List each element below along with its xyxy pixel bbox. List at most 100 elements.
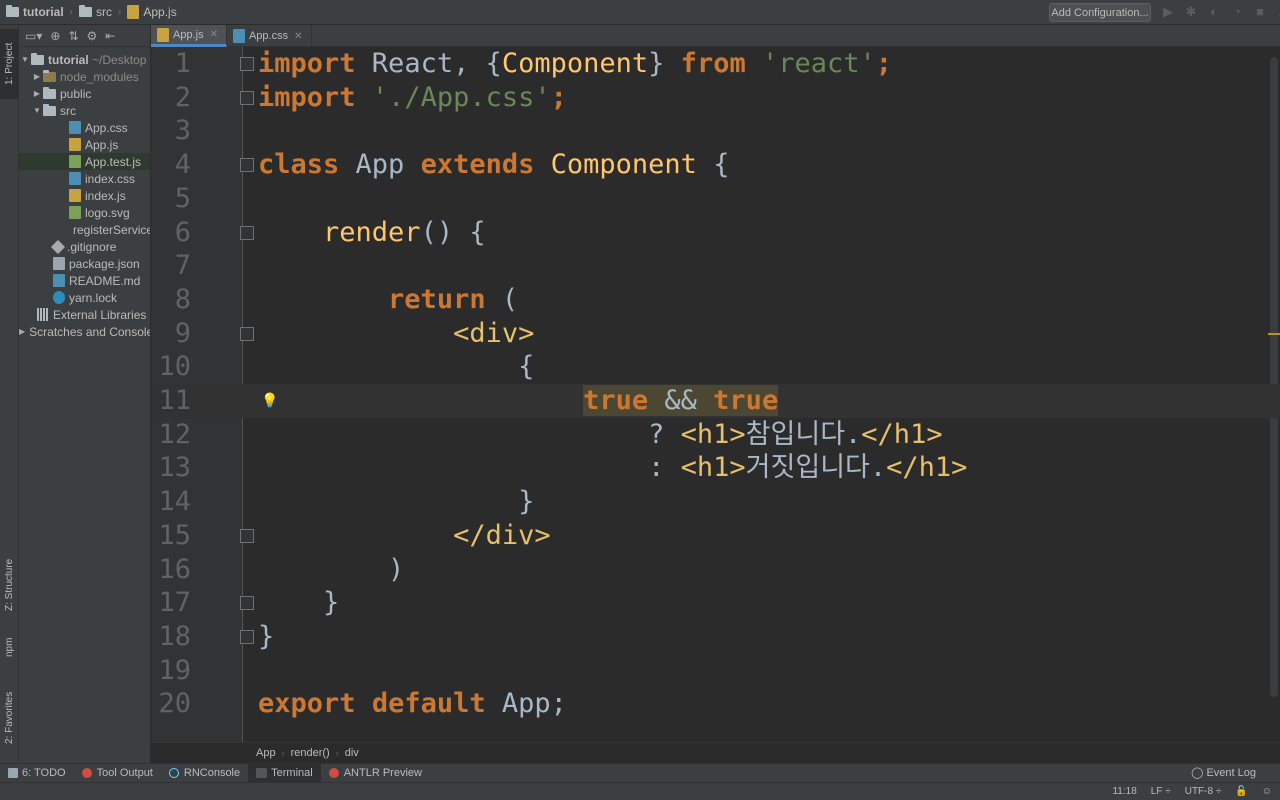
line-number: 14 — [158, 486, 191, 518]
terminal-tab[interactable]: Terminal — [248, 763, 321, 783]
folder-icon — [43, 103, 56, 116]
tree-file-app-test-js[interactable]: App.test.js — [19, 153, 150, 170]
fold-marker-icon[interactable] — [240, 91, 254, 105]
chevron-right-icon[interactable]: ▶ — [19, 327, 25, 336]
tree-node-modules[interactable]: ▶ node_modules — [19, 68, 150, 85]
tree-scratches[interactable]: ▶ Scratches and Consoles — [19, 323, 150, 340]
tree-file-index-js[interactable]: index.js — [19, 187, 150, 204]
tree-file-logo-svg[interactable]: logo.svg — [19, 204, 150, 221]
breadcrumb-folder[interactable]: src — [79, 5, 112, 19]
gear-icon[interactable]: ⚙ — [87, 29, 98, 43]
fold-marker-icon[interactable] — [240, 529, 254, 543]
tab-app-js[interactable]: App.js ✕ — [151, 25, 227, 47]
status-bar: 11:18 LF ÷ UTF-8 ÷ 🔓 ☺ — [0, 782, 1280, 800]
svg-file-icon — [69, 206, 81, 219]
tree-src[interactable]: ▼ src — [19, 102, 150, 119]
line-number: 13 — [158, 452, 191, 484]
collapse-icon[interactable]: ⇅ — [68, 29, 78, 43]
run-icon[interactable]: ▶ — [1160, 4, 1176, 20]
coverage-icon[interactable]: ◐ — [1206, 4, 1222, 20]
nav-app[interactable]: App — [256, 747, 276, 759]
fold-marker-icon[interactable] — [240, 596, 254, 610]
caret-position[interactable]: 11:18 — [1112, 786, 1136, 797]
tool-output-tab[interactable]: Tool Output — [74, 764, 161, 783]
tree-file-gitignore[interactable]: .gitignore — [19, 238, 150, 255]
fold-marker-icon[interactable] — [240, 630, 254, 644]
lightbulb-icon[interactable]: 💡 — [261, 392, 278, 409]
line-number: 19 — [158, 654, 191, 686]
event-log-tab[interactable]: ◯ Event Log — [1191, 766, 1256, 779]
code-line-current: 11 true && true — [151, 384, 1280, 418]
breadcrumb-project[interactable]: tutorial — [6, 5, 64, 19]
project-view-icon[interactable]: ▭▾ — [25, 29, 42, 43]
todo-icon — [8, 768, 18, 778]
tree-file-package-json[interactable]: package.json — [19, 255, 150, 272]
nav-render[interactable]: render() — [291, 747, 330, 759]
nav-div[interactable]: div — [345, 747, 359, 759]
tree-file-index-css[interactable]: index.css — [19, 170, 150, 187]
js-file-icon — [69, 138, 81, 151]
file-encoding[interactable]: UTF-8 ÷ — [1185, 786, 1222, 797]
line-number: 15 — [158, 519, 191, 551]
todo-tab[interactable]: 6: TODO — [0, 764, 74, 783]
breadcrumb: tutorial › src › App.js — [0, 0, 177, 25]
code-line: 16 ) — [151, 553, 1280, 587]
tree-file-readme[interactable]: README.md — [19, 272, 150, 289]
chevron-right-icon: › — [335, 748, 339, 758]
css-file-icon — [69, 172, 81, 185]
tree-file-app-css[interactable]: App.css — [19, 119, 150, 136]
tab-app-css[interactable]: App.css ✕ — [227, 25, 312, 47]
line-number: 2 — [174, 81, 191, 113]
lock-icon[interactable]: 🔓 — [1235, 786, 1247, 797]
locate-icon[interactable]: ⊕ — [50, 29, 60, 43]
code-line: 17 } — [151, 586, 1280, 620]
debug-icon[interactable]: ✱ — [1183, 4, 1199, 20]
antlr-preview-tab[interactable]: ANTLR Preview — [321, 764, 430, 783]
stop-icon[interactable]: ■ — [1252, 4, 1268, 20]
chevron-down-icon[interactable]: ▼ — [31, 106, 43, 115]
close-icon[interactable]: ✕ — [210, 29, 218, 40]
fold-marker-icon[interactable] — [240, 327, 254, 341]
tree-file-register[interactable]: registerServiceWorker.js — [19, 221, 150, 238]
tree-root[interactable]: ▼ tutorial ~/Desktop — [19, 51, 150, 68]
structure-tool-tab[interactable]: Z: Structure — [0, 540, 19, 630]
line-separator[interactable]: LF ÷ — [1151, 786, 1171, 797]
antlr-icon — [328, 768, 339, 778]
profile-icon[interactable]: ◔ — [1229, 4, 1245, 20]
code-editor[interactable]: 1 import React, {Component} from 'react';… — [151, 47, 1280, 742]
run-toolbar: ▶ ✱ ◐ ◔ ■ ⌕ — [1160, 4, 1280, 20]
npm-tool-tab[interactable]: npm — [0, 625, 19, 670]
yarn-file-icon — [53, 291, 65, 304]
event-log-icon: ◯ — [1191, 767, 1207, 779]
fold-marker-icon[interactable] — [240, 226, 254, 240]
chevron-down-icon[interactable]: ▼ — [19, 55, 31, 64]
css-file-icon — [232, 29, 245, 43]
favorites-tool-tab[interactable]: 2: Favorites — [0, 675, 19, 760]
line-number: 5 — [174, 182, 191, 214]
chevron-right-icon[interactable]: ▶ — [31, 89, 43, 98]
chevron-right-icon: › — [281, 748, 285, 758]
fold-marker-icon[interactable] — [240, 57, 254, 71]
hide-icon[interactable]: ⇤ — [105, 29, 115, 43]
fold-marker-icon[interactable] — [240, 158, 254, 172]
line-number: 18 — [158, 620, 191, 652]
project-tool-tab[interactable]: 1: Project — [0, 29, 19, 99]
close-icon[interactable]: ✕ — [294, 31, 302, 42]
tree-public[interactable]: ▶ public — [19, 85, 150, 102]
code-line: 19 — [151, 654, 1280, 688]
test-file-icon — [69, 155, 81, 168]
tree-file-app-js[interactable]: App.js — [19, 136, 150, 153]
rnconsole-tab[interactable]: RNConsole — [161, 764, 248, 783]
search-icon[interactable]: ⌕ — [1275, 4, 1280, 20]
line-number: 8 — [174, 283, 191, 315]
line-number: 16 — [158, 553, 191, 585]
inspector-icon[interactable]: ☺ — [1262, 786, 1272, 797]
chevron-right-icon[interactable]: ▶ — [31, 72, 43, 81]
tree-file-yarn-lock[interactable]: yarn.lock — [19, 289, 150, 306]
tree-external-libraries[interactable]: External Libraries — [19, 306, 150, 323]
line-number: 7 — [174, 250, 191, 282]
breadcrumb-file[interactable]: App.js — [127, 5, 177, 19]
js-file-icon — [69, 189, 81, 202]
add-configuration-button[interactable]: Add Configuration... — [1049, 3, 1151, 22]
code-line: 2 import './App.css'; — [151, 81, 1280, 115]
